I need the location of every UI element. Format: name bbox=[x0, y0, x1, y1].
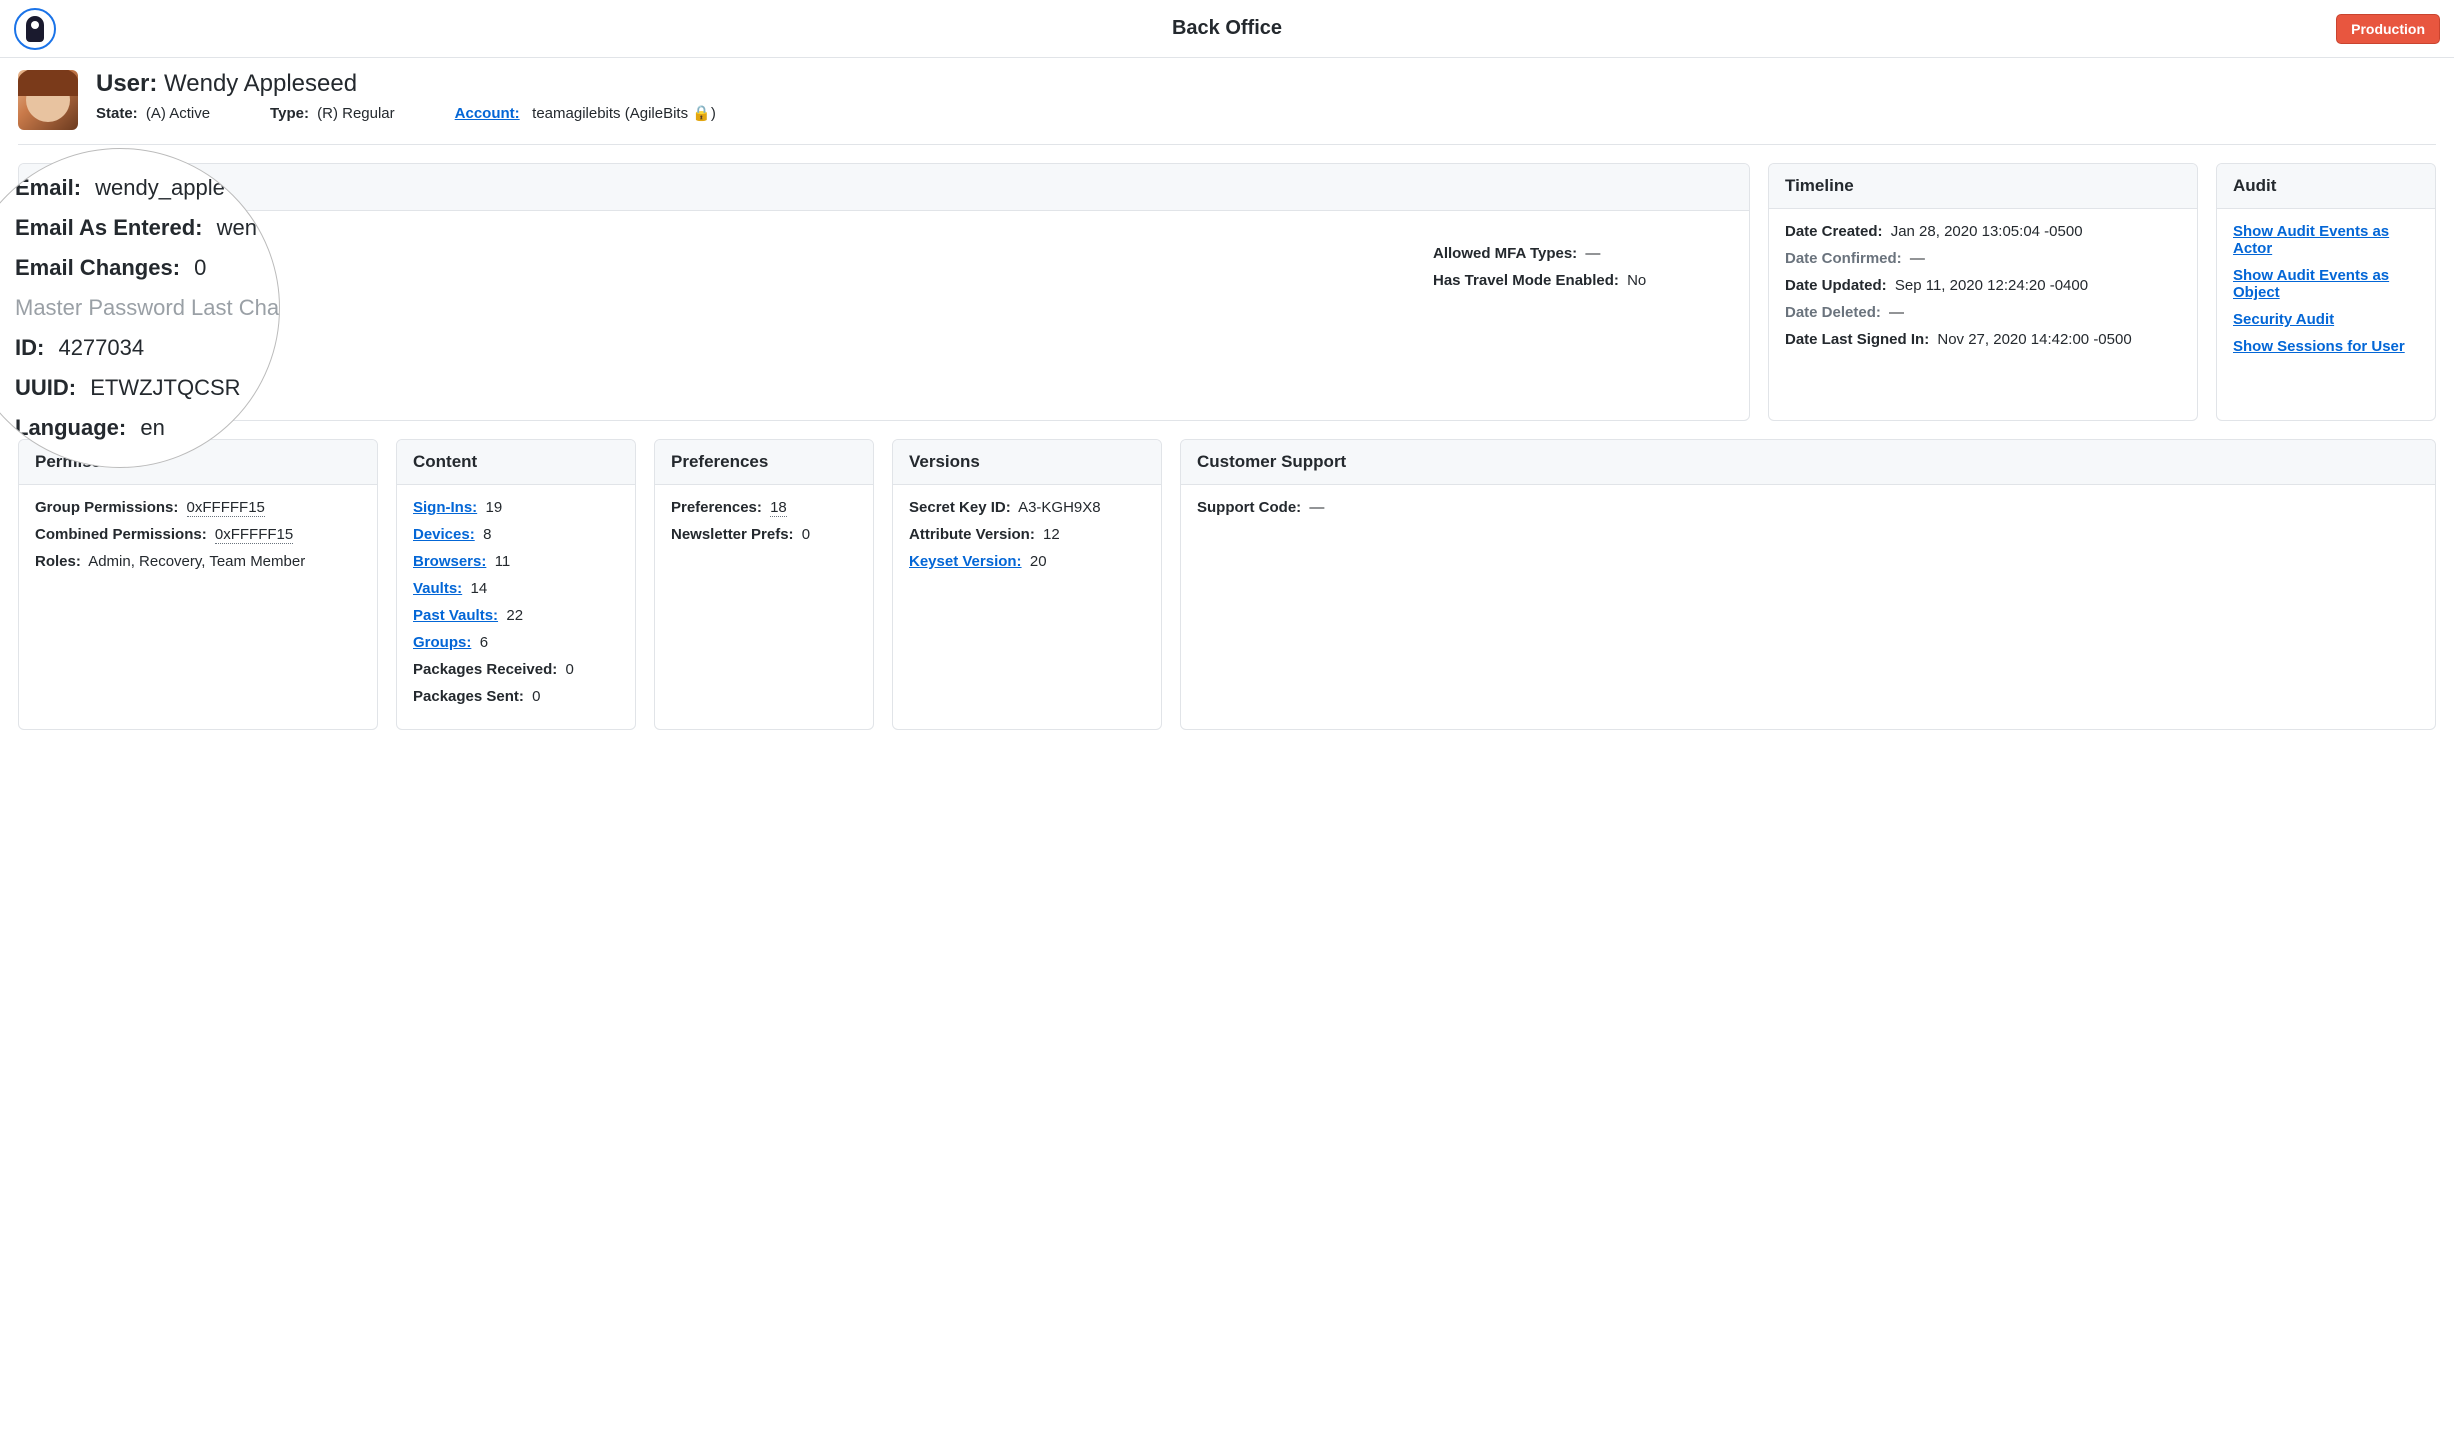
perm-group: Group Permissions: 0xFFFFF15 bbox=[35, 499, 361, 516]
mag-email-changes: Email Changes: 0 bbox=[15, 255, 279, 281]
browsers-link[interactable]: Browsers: bbox=[413, 553, 486, 570]
audit-link-security[interactable]: Security Audit bbox=[2233, 311, 2334, 328]
ver-attr: Attribute Version: 12 bbox=[909, 526, 1145, 543]
detail-travel: Has Travel Mode Enabled: No bbox=[1433, 272, 1733, 289]
user-type: Type: (R) Regular bbox=[270, 105, 395, 122]
content-pkg-sent: Packages Sent: 0 bbox=[413, 688, 619, 705]
mag-id: ID: 4277034 bbox=[15, 335, 279, 361]
groups-link[interactable]: Groups: bbox=[413, 634, 471, 651]
signins-link[interactable]: Sign-Ins: bbox=[413, 499, 477, 516]
preferences-card: Preferences Preferences: 18 Newsletter P… bbox=[654, 439, 874, 730]
timeline-lastsign: Date Last Signed In: Nov 27, 2020 14:42:… bbox=[1785, 331, 2181, 348]
keyset-link[interactable]: Keyset Version: bbox=[909, 553, 1022, 570]
content-vaults: Vaults: 14 bbox=[413, 580, 619, 597]
content-pastvaults: Past Vaults: 22 bbox=[413, 607, 619, 624]
user-header: User: Wendy Appleseed State: (A) Active … bbox=[18, 70, 2436, 145]
timeline-card: Timeline Date Created: Jan 28, 2020 13:0… bbox=[1768, 163, 2198, 421]
app-title: Back Office bbox=[1172, 17, 1282, 40]
mag-mp-last-changed: Master Password Last Cha bbox=[15, 295, 279, 321]
devices-link[interactable]: Devices: bbox=[413, 526, 475, 543]
avatar bbox=[18, 70, 78, 130]
content-devices: Devices: 8 bbox=[413, 526, 619, 543]
versions-title: Versions bbox=[893, 440, 1161, 485]
ver-secretkey: Secret Key ID: A3-KGH9X8 bbox=[909, 499, 1145, 516]
ver-keyset: Keyset Version: 20 bbox=[909, 553, 1145, 570]
audit-link-actor[interactable]: Show Audit Events as Actor bbox=[2233, 223, 2389, 257]
support-title: Customer Support bbox=[1181, 440, 2435, 485]
app-logo-icon[interactable] bbox=[14, 8, 56, 50]
content-pkg-recv: Packages Received: 0 bbox=[413, 661, 619, 678]
support-code: Support Code: — bbox=[1197, 499, 2419, 516]
content-groups: Groups: 6 bbox=[413, 634, 619, 651]
user-state: State: (A) Active bbox=[96, 105, 210, 122]
preferences-title: Preferences bbox=[655, 440, 873, 485]
detail-mfa: Allowed MFA Types: — bbox=[1433, 245, 1733, 262]
content-card: Content Sign-Ins: 19 Devices: 8 Browsers… bbox=[396, 439, 636, 730]
versions-card: Versions Secret Key ID: A3-KGH9X8 Attrib… bbox=[892, 439, 1162, 730]
audit-link-sessions[interactable]: Show Sessions for User bbox=[2233, 338, 2405, 355]
timeline-title: Timeline bbox=[1769, 164, 2197, 209]
page-title: User: Wendy Appleseed bbox=[96, 70, 2436, 98]
topbar: Back Office Production bbox=[0, 0, 2454, 58]
vaults-link[interactable]: Vaults: bbox=[413, 580, 462, 597]
content-signins: Sign-Ins: 19 bbox=[413, 499, 619, 516]
pastvaults-link[interactable]: Past Vaults: bbox=[413, 607, 498, 624]
audit-title: Audit bbox=[2217, 164, 2435, 209]
content-browsers: Browsers: 11 bbox=[413, 553, 619, 570]
support-card: Customer Support Support Code: — bbox=[1180, 439, 2436, 730]
pref-newsletter: Newsletter Prefs: 0 bbox=[671, 526, 857, 543]
perm-roles: Roles: Admin, Recovery, Team Member bbox=[35, 553, 361, 570]
environment-badge[interactable]: Production bbox=[2336, 14, 2440, 44]
mag-uuid: UUID: ETWZJTQCSR bbox=[15, 375, 279, 401]
perm-combined: Combined Permissions: 0xFFFFF15 bbox=[35, 526, 361, 543]
pref-count: Preferences: 18 bbox=[671, 499, 857, 516]
timeline-confirmed: Date Confirmed: — bbox=[1785, 250, 2181, 267]
account-link[interactable]: Account: bbox=[455, 105, 520, 122]
timeline-deleted: Date Deleted: — bbox=[1785, 304, 2181, 321]
user-account: Account: teamagilebits (AgileBits 🔒) bbox=[455, 104, 716, 122]
content-title: Content bbox=[397, 440, 635, 485]
permissions-card: Permissions Group Permissions: 0xFFFFF15… bbox=[18, 439, 378, 730]
audit-link-object[interactable]: Show Audit Events as Object bbox=[2233, 267, 2389, 301]
mag-email-entered: Email As Entered: wen bbox=[15, 215, 279, 241]
timeline-created: Date Created: Jan 28, 2020 13:05:04 -050… bbox=[1785, 223, 2181, 240]
timeline-updated: Date Updated: Sep 11, 2020 12:24:20 -040… bbox=[1785, 277, 2181, 294]
audit-card: Audit Show Audit Events as Actor Show Au… bbox=[2216, 163, 2436, 421]
